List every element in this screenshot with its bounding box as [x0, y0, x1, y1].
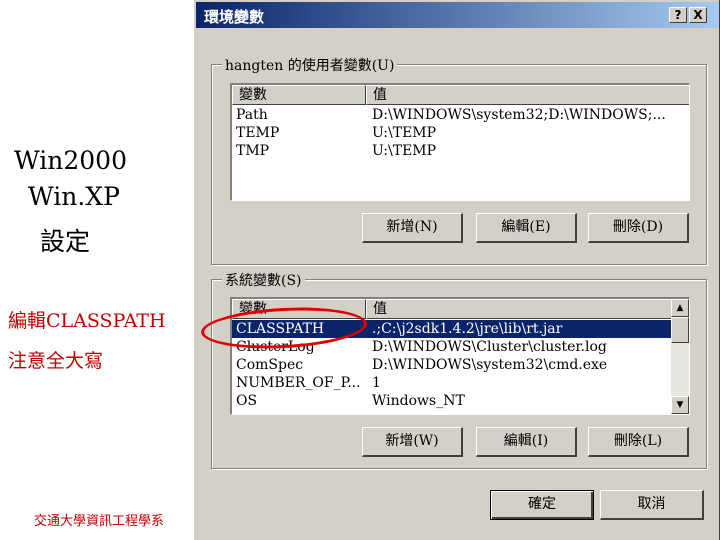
- variable-name: TEMP: [236, 125, 280, 141]
- list-item[interactable]: OS Windows_NT: [232, 392, 689, 410]
- cancel-button[interactable]: 取消: [600, 490, 704, 520]
- list-item[interactable]: NUMBER_OF_P... 1: [232, 374, 689, 392]
- list-item[interactable]: TEMP U:\TEMP: [232, 124, 689, 142]
- column-header-value[interactable]: 值: [366, 299, 672, 319]
- column-header-variable[interactable]: 變數: [232, 85, 366, 105]
- variable-name: NUMBER_OF_P...: [236, 375, 361, 391]
- variable-value: 1: [372, 375, 381, 391]
- slide-title-line-2: Win.XP: [28, 182, 120, 211]
- system-new-button[interactable]: 新增(W): [362, 427, 463, 457]
- variable-value: D:\WINDOWS\Cluster\cluster.log: [372, 339, 607, 355]
- user-variables-list[interactable]: 變數 值 Path D:\WINDOWS\system32;D:\WINDOWS…: [230, 83, 690, 201]
- column-header-value[interactable]: 值: [366, 85, 689, 105]
- slide-title-line-1: Win2000: [14, 146, 127, 175]
- user-delete-button[interactable]: 刪除(D): [588, 213, 689, 243]
- variable-name: ComSpec: [236, 357, 304, 373]
- ok-button[interactable]: 確定: [490, 490, 594, 520]
- list-item[interactable]: ComSpec D:\WINDOWS\system32\cmd.exe: [232, 356, 689, 374]
- variable-name: TMP: [236, 143, 270, 159]
- help-button[interactable]: ?: [669, 7, 687, 23]
- variable-value: D:\WINDOWS\system32;D:\WINDOWS;...: [372, 107, 666, 123]
- variable-name: Path: [236, 107, 268, 123]
- variable-value: U:\TEMP: [372, 143, 437, 159]
- variable-value: .;C:\j2sdk1.4.2\jre\lib\rt.jar: [372, 321, 563, 337]
- scroll-thumb[interactable]: [671, 317, 689, 343]
- slide-note-edit-classpath: 編輯CLASSPATH: [8, 310, 166, 332]
- variable-value: D:\WINDOWS\system32\cmd.exe: [372, 357, 608, 373]
- scroll-up-icon[interactable]: ▲: [671, 299, 689, 317]
- variable-value: U:\TEMP: [372, 125, 437, 141]
- environment-variables-dialog: 環境變數 ? X hangten 的使用者變數(U) 變數 值 Path D:\…: [193, 0, 720, 540]
- system-edit-button[interactable]: 編輯(I): [476, 427, 577, 457]
- dialog-titlebar[interactable]: 環境變數 ? X: [196, 2, 719, 28]
- list-item[interactable]: TMP U:\TEMP: [232, 142, 689, 160]
- variable-name: OS: [236, 393, 258, 409]
- user-edit-button[interactable]: 編輯(E): [476, 213, 577, 243]
- list-item[interactable]: Path D:\WINDOWS\system32;D:\WINDOWS;...: [232, 106, 689, 124]
- close-button[interactable]: X: [689, 7, 707, 23]
- dialog-title: 環境變數: [204, 8, 265, 26]
- system-list-scrollbar[interactable]: ▲ ▼: [671, 299, 689, 414]
- scroll-down-icon[interactable]: ▼: [671, 396, 689, 414]
- slide-note-uppercase: 注意全大寫: [8, 350, 104, 372]
- user-new-button[interactable]: 新增(N): [362, 213, 463, 243]
- user-variables-label: hangten 的使用者變數(U): [222, 55, 398, 75]
- slide-footer: 交通大學資訊工程學系: [34, 514, 165, 529]
- system-variables-label: 系統變數(S): [222, 270, 305, 290]
- system-delete-button[interactable]: 刪除(L): [588, 427, 689, 457]
- list-header: 變數 值: [232, 85, 689, 105]
- slide-title-line-3: 設定: [40, 227, 91, 256]
- variable-value: Windows_NT: [372, 393, 465, 409]
